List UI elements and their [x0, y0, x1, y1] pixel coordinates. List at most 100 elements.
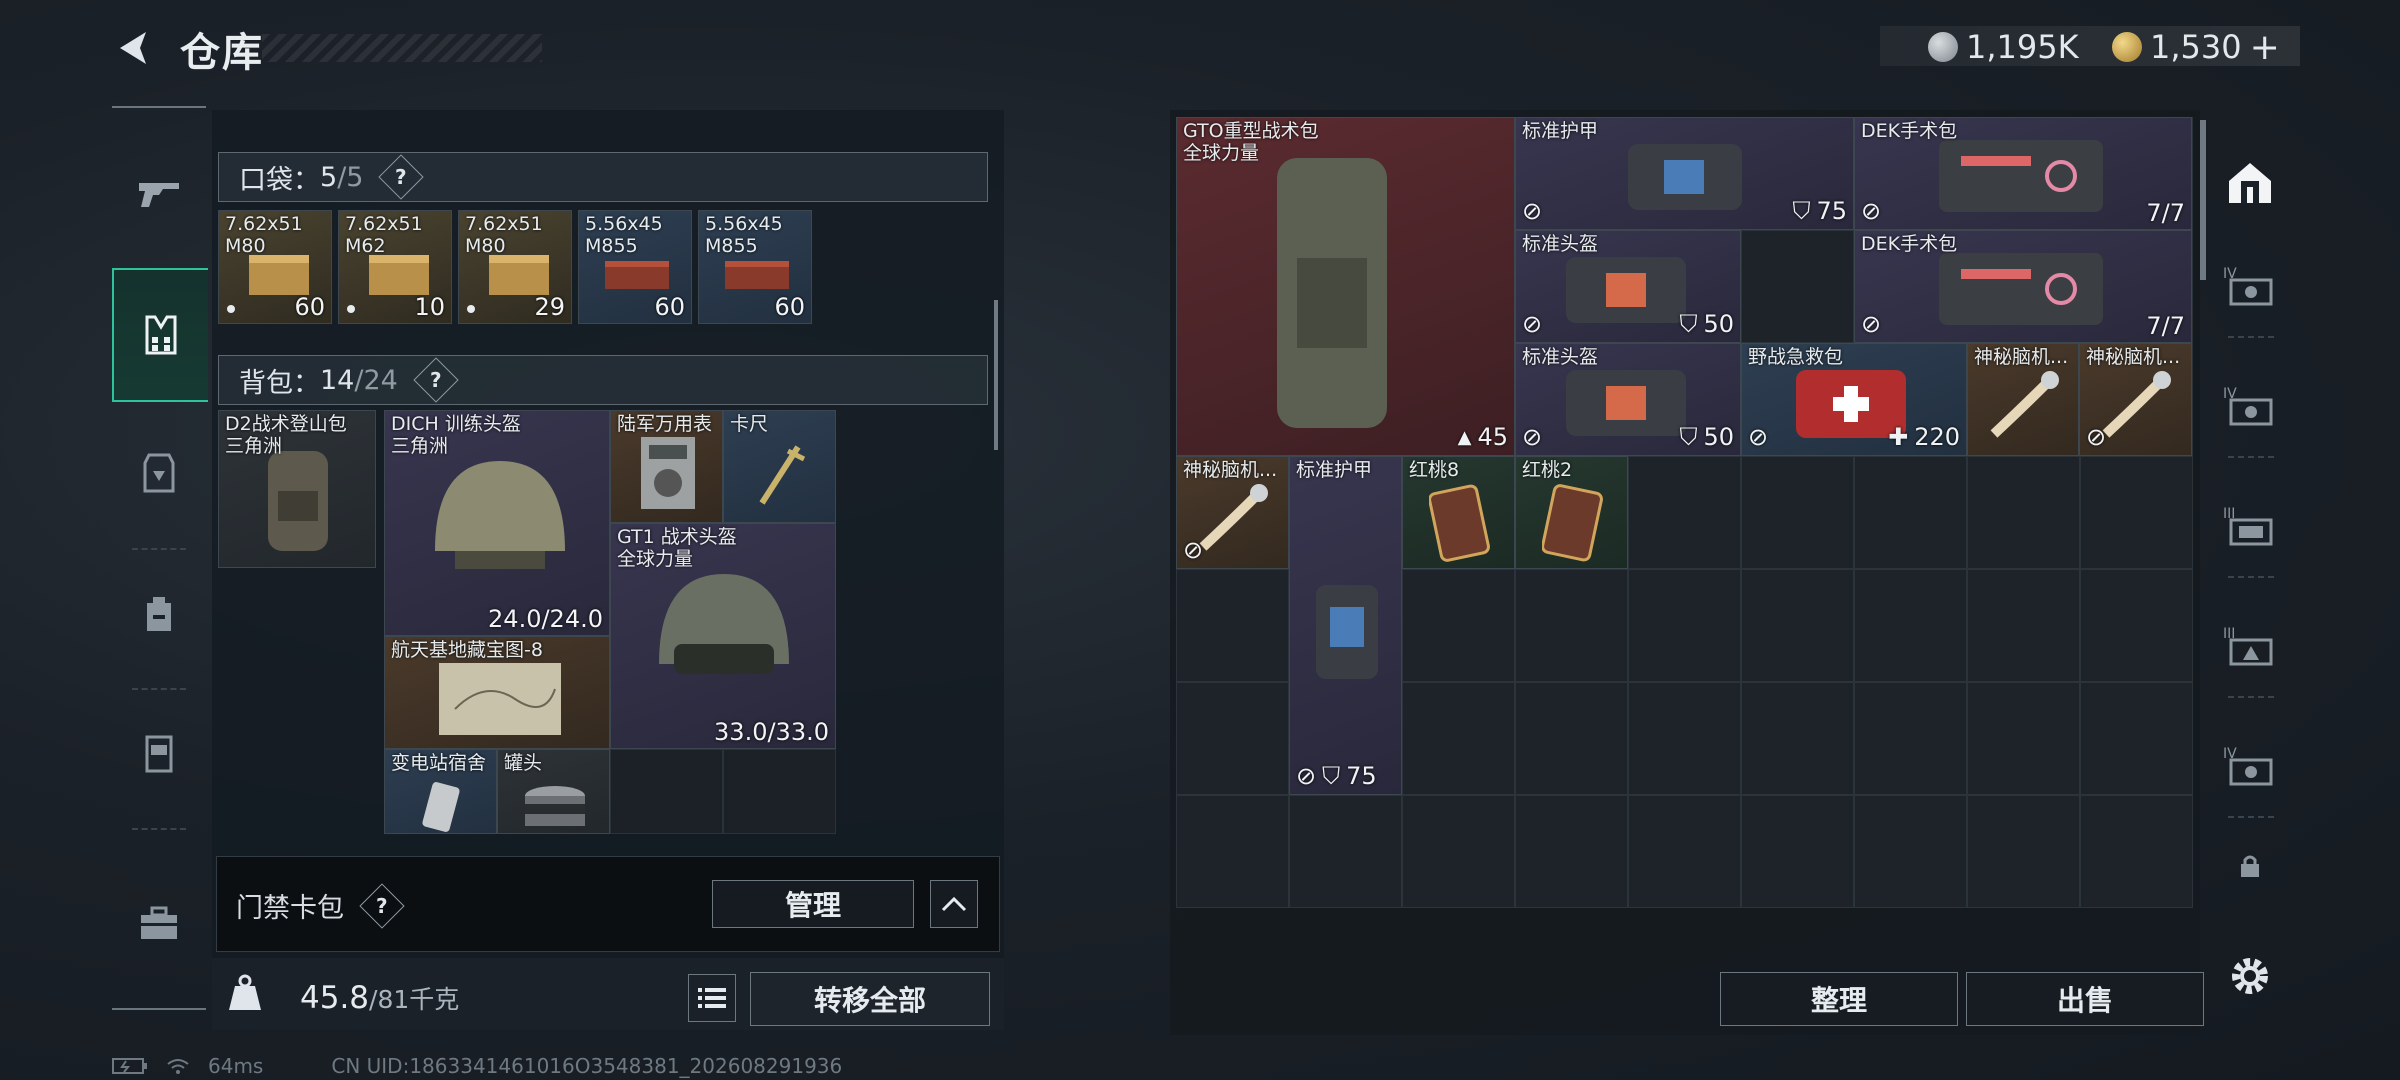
- nav-divider: [2228, 816, 2274, 818]
- stash-grid-cell[interactable]: [1967, 569, 2080, 682]
- stash-item-dek-2[interactable]: DEK手术包 ⊘ 7/7: [1854, 230, 2192, 343]
- stash-item-helmet-2[interactable]: 标准头盔 ⊘ ⛉ 50: [1515, 343, 1741, 456]
- item-name: 红桃2: [1522, 459, 1573, 481]
- backpack-item-d2[interactable]: D2战术登山包 三角洲: [218, 410, 376, 568]
- stash-scrollbar[interactable]: [2200, 120, 2206, 280]
- pocket-item-2[interactable]: 7.62x51 M62 10: [338, 210, 452, 324]
- stash-grid-cell[interactable]: [1515, 682, 1628, 795]
- stash-item-armor-2[interactable]: 标准护甲 ⊘ ⛉ 75: [1289, 456, 1402, 795]
- loadout-scrollbar[interactable]: [994, 300, 998, 450]
- backpack-item-watch[interactable]: 陆军万用表: [610, 410, 723, 523]
- pocket-capacity: /5: [337, 161, 364, 193]
- stash-grid-cell[interactable]: [1628, 682, 1741, 795]
- pocket-item-3[interactable]: 7.62x51 M80 29: [458, 210, 572, 324]
- stash-grid-cell[interactable]: [1741, 569, 1854, 682]
- stash-grid-cell[interactable]: [1741, 795, 1854, 908]
- locked-tab[interactable]: [2220, 836, 2280, 896]
- stash-grid-cell[interactable]: [1402, 795, 1515, 908]
- backpack-empty-slot[interactable]: [610, 749, 723, 834]
- stash-item-helmet-1[interactable]: 标准头盔 ⊘ ⛉ 50: [1515, 230, 1741, 343]
- backpack-item-map[interactable]: 航天基地藏宝图-8: [384, 636, 610, 749]
- stash-grid-cell[interactable]: [1402, 569, 1515, 682]
- stash-grid-cell[interactable]: [1967, 456, 2080, 569]
- nav-backpack[interactable]: [112, 548, 206, 678]
- backpack-help-button[interactable]: ?: [413, 357, 459, 403]
- armor-readout: ⛉ 50: [1679, 310, 1734, 338]
- stash-grid-cell[interactable]: [1176, 795, 1289, 908]
- stash-tab-2[interactable]: IV: [2220, 376, 2280, 436]
- stash-item-armor-1[interactable]: 标准护甲 ⊘ ⛉ 75: [1515, 117, 1854, 230]
- backpack-item-gt1[interactable]: GT1 战术头盔 全球力量 33.0/33.0: [610, 523, 836, 749]
- stash-item-brain-3[interactable]: 神秘脑机... ⊘: [1176, 456, 1289, 569]
- stash-grid-cell[interactable]: [1176, 682, 1289, 795]
- stash-grid-cell[interactable]: [1854, 569, 1967, 682]
- stash-grid-cell[interactable]: [1854, 456, 1967, 569]
- pocket-item-5[interactable]: 5.56x45 M855 60: [698, 210, 812, 324]
- playing-card-icon: [1542, 484, 1603, 562]
- stash-tab-3[interactable]: III: [2220, 496, 2280, 556]
- stash-grid-cell[interactable]: [1854, 795, 1967, 908]
- stash-tab-4[interactable]: III: [2220, 616, 2280, 676]
- stash-item-brain-2[interactable]: 神秘脑机... ⊘: [2079, 343, 2192, 456]
- stash-grid-cell[interactable]: [1515, 569, 1628, 682]
- helmet-durability: 24.0/24.0: [488, 605, 603, 633]
- stash-grid-cell[interactable]: [1967, 682, 2080, 795]
- stash-grid-cell[interactable]: [1628, 569, 1741, 682]
- gear-icon: [2232, 958, 2268, 994]
- nav-toolbox[interactable]: [112, 858, 206, 988]
- stash-grid-cell[interactable]: [2080, 456, 2193, 569]
- stash-grid-cell[interactable]: [1515, 795, 1628, 908]
- manage-button[interactable]: 管理: [712, 880, 914, 928]
- stash-grid-cell[interactable]: [1176, 569, 1289, 682]
- item-name: 标准头盔: [1522, 346, 1599, 368]
- stash-item-field-medkit[interactable]: 野战急救包 ⊘ ✚ 220: [1741, 343, 1967, 456]
- uses-readout: 7/7: [2146, 312, 2185, 340]
- item-name: 5.56x45 M855: [705, 213, 783, 257]
- sort-button[interactable]: 整理: [1720, 972, 1958, 1026]
- stash-grid-cell[interactable]: [1628, 456, 1741, 569]
- stash-tab-nav: IV IV III III IV: [2220, 116, 2280, 996]
- item-name: 神秘脑机...: [1974, 346, 2069, 368]
- stash-grid-cell[interactable]: [2080, 795, 2193, 908]
- nav-gun[interactable]: [112, 128, 206, 258]
- stash-item-brain-1[interactable]: 神秘脑机...: [1967, 343, 2079, 456]
- stash-tab-5[interactable]: IV: [2220, 736, 2280, 796]
- sell-button[interactable]: 出售: [1966, 972, 2204, 1026]
- expand-keycard-button[interactable]: [930, 880, 978, 928]
- stash-tab-home[interactable]: [2220, 152, 2280, 212]
- backpack-item-dich[interactable]: DICH 训练头盔 三角洲 24.0/24.0: [384, 410, 610, 636]
- stash-item-heart-2[interactable]: 红桃2: [1515, 456, 1628, 569]
- stash-grid-cell[interactable]: [1289, 795, 1402, 908]
- stash-tab-1[interactable]: IV: [2220, 256, 2280, 316]
- nav-pouch[interactable]: [112, 688, 206, 818]
- stash-grid-cell[interactable]: [1402, 682, 1515, 795]
- backpack-capacity: /24: [354, 364, 398, 396]
- nav-armor[interactable]: [112, 408, 206, 538]
- stash-item-heart-8[interactable]: 红桃8: [1402, 456, 1515, 569]
- stash-grid-cell[interactable]: [1854, 682, 1967, 795]
- backpack-item-dorm-key[interactable]: 变电站宿舍: [384, 749, 497, 834]
- stash-empty-cell[interactable]: [1741, 230, 1854, 343]
- transfer-all-button[interactable]: 转移全部: [750, 972, 990, 1026]
- backpack-empty-slot[interactable]: [723, 749, 836, 834]
- tactical-helmet-icon: [659, 574, 789, 674]
- nav-chest-rig[interactable]: [112, 268, 208, 402]
- list-view-button[interactable]: [688, 974, 736, 1022]
- keycard-help-button[interactable]: ?: [359, 882, 405, 929]
- backpack-item-caliper[interactable]: 卡尺: [723, 410, 836, 523]
- stash-grid-cell[interactable]: [2080, 569, 2193, 682]
- pocket-item-4[interactable]: 5.56x45 M855 60: [578, 210, 692, 324]
- backpack-item-can[interactable]: 罐头: [497, 749, 610, 834]
- stash-grid-cell[interactable]: [1741, 682, 1854, 795]
- back-button[interactable]: [112, 26, 156, 70]
- stash-grid-cell[interactable]: [1967, 795, 2080, 908]
- stash-grid-cell[interactable]: [1628, 795, 1741, 908]
- stash-item-gto-backpack[interactable]: GTO重型战术包 全球力量 ▲ 45: [1176, 117, 1515, 456]
- stash-item-dek-1[interactable]: DEK手术包 ⊘ 7/7: [1854, 117, 2192, 230]
- settings-button[interactable]: [2220, 946, 2280, 1006]
- pocket-item-1[interactable]: 7.62x51 M80 60: [218, 210, 332, 324]
- pocket-help-button[interactable]: ?: [378, 154, 425, 200]
- stash-grid-cell[interactable]: [1741, 456, 1854, 569]
- add-currency-button[interactable]: +: [2250, 27, 2280, 68]
- stash-grid-cell[interactable]: [2080, 682, 2193, 795]
